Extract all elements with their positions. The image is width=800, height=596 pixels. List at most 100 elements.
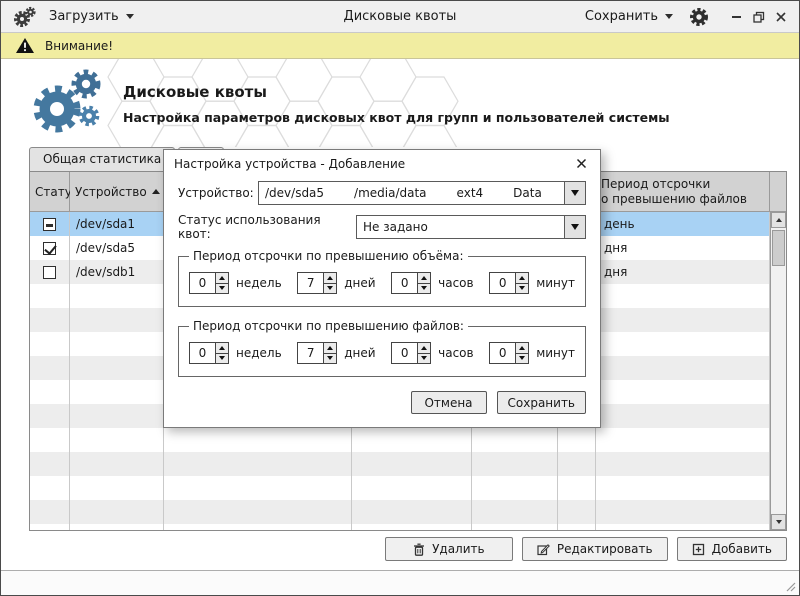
- chevron-down-icon: [126, 14, 134, 19]
- table-cell: [70, 284, 164, 308]
- column-header-device[interactable]: Устройство: [70, 172, 164, 212]
- scrollbar-thumb[interactable]: [772, 230, 785, 266]
- device-dropdown-icon[interactable]: [564, 182, 585, 204]
- delete-button[interactable]: Удалить: [385, 537, 513, 561]
- table-cell: [30, 380, 70, 404]
- table-cell: [164, 476, 352, 500]
- save-button[interactable]: Сохранить: [497, 391, 587, 414]
- quota-status-combobox[interactable]: Не задано: [356, 215, 586, 239]
- table-cell: [70, 404, 164, 428]
- tab-general-statistics[interactable]: Общая статистика: [29, 147, 175, 171]
- spin-down-icon[interactable]: [324, 354, 336, 364]
- table-cell: [472, 476, 558, 500]
- table-cell-status: [30, 212, 70, 236]
- load-menu-button[interactable]: Загрузить: [49, 9, 134, 24]
- app-gears-icon: [13, 5, 37, 29]
- trash-icon: [413, 543, 425, 556]
- device-fs: ext4: [457, 186, 484, 200]
- table-cell: [596, 404, 770, 428]
- table-cell: [596, 500, 770, 524]
- hours-label: часов: [438, 276, 473, 290]
- files-days-spinner[interactable]: 7: [297, 342, 337, 364]
- spin-down-icon[interactable]: [216, 284, 228, 294]
- table-cell: [30, 404, 70, 428]
- delete-button-label: Удалить: [432, 542, 485, 556]
- spin-up-icon[interactable]: [516, 273, 528, 284]
- table-cell: [70, 476, 164, 500]
- table-cell: [164, 524, 352, 530]
- files-hours-spinner[interactable]: 0: [391, 342, 431, 364]
- weeks-label: недель: [236, 346, 282, 360]
- checkbox-checked[interactable]: [43, 242, 56, 255]
- table-row-empty: [30, 428, 770, 452]
- table-cell: [164, 500, 352, 524]
- table-cell: [596, 452, 770, 476]
- spin-down-icon[interactable]: [418, 284, 430, 294]
- table-cell: [70, 356, 164, 380]
- table-cell: [596, 308, 770, 332]
- volume-days-spinner[interactable]: 7: [297, 272, 337, 294]
- scroll-down-icon[interactable]: [771, 514, 786, 530]
- spin-down-icon[interactable]: [324, 284, 336, 294]
- volume-hours-spinner[interactable]: 0: [391, 272, 431, 294]
- app-window: Загрузить Дисковые квоты Сохранить: [0, 0, 800, 596]
- edit-button-label: Редактировать: [557, 542, 653, 556]
- spin-down-icon[interactable]: [216, 354, 228, 364]
- spin-up-icon[interactable]: [216, 343, 228, 354]
- device-combobox-value: /dev/sda5 /media/data ext4 Data: [265, 186, 542, 200]
- table-cell: [352, 500, 472, 524]
- files-grace-group: Период отсрочки по превышению файлов: 0 …: [178, 319, 586, 377]
- settings-gear-icon[interactable]: [689, 7, 709, 27]
- vertical-scrollbar[interactable]: [770, 212, 786, 530]
- spin-up-icon[interactable]: [418, 273, 430, 284]
- add-button[interactable]: Добавить: [677, 537, 787, 561]
- table-cell: [30, 524, 70, 530]
- spin-up-icon[interactable]: [216, 273, 228, 284]
- device-field-label: Устройство:: [178, 186, 258, 200]
- spin-up-icon[interactable]: [516, 343, 528, 354]
- table-cell: [558, 476, 596, 500]
- column-header-grace-files[interactable]: Период отсрочки о превышению файлов: [596, 172, 770, 212]
- table-cell: [596, 284, 770, 308]
- page-subtitle: Настройка параметров дисковых квот для г…: [123, 110, 670, 125]
- status-bar: [1, 570, 799, 595]
- plus-icon: [692, 543, 705, 556]
- scroll-up-icon[interactable]: [771, 212, 786, 228]
- checkbox-unchecked[interactable]: [43, 266, 56, 279]
- maximize-icon[interactable]: [753, 11, 765, 23]
- table-cell: [30, 428, 70, 452]
- column-header-status[interactable]: Статус: [30, 172, 70, 212]
- spin-up-icon[interactable]: [324, 273, 336, 284]
- minimize-icon[interactable]: [731, 11, 743, 23]
- resize-grip[interactable]: [783, 579, 796, 592]
- close-icon[interactable]: [775, 11, 787, 23]
- days-label: дней: [344, 346, 375, 360]
- table-cell: [70, 524, 164, 530]
- dialog-title: Настройка устройства - Добавление: [174, 157, 405, 171]
- files-weeks-spinner[interactable]: 0: [189, 342, 229, 364]
- quota-status-value: Не задано: [363, 220, 428, 234]
- quota-status-dropdown-icon[interactable]: [564, 216, 585, 238]
- table-cell: [558, 524, 596, 530]
- device-combobox[interactable]: /dev/sda5 /media/data ext4 Data: [258, 181, 586, 205]
- files-minutes-spinner[interactable]: 0: [489, 342, 529, 364]
- spin-up-icon[interactable]: [324, 343, 336, 354]
- save-menu-button[interactable]: Сохранить: [585, 9, 673, 24]
- dialog-close-icon[interactable]: [572, 155, 590, 173]
- edit-button[interactable]: Редактировать: [522, 537, 668, 561]
- spin-down-icon[interactable]: [418, 354, 430, 364]
- table-cell-grace: день: [596, 212, 770, 236]
- spin-down-icon[interactable]: [516, 284, 528, 294]
- cancel-button[interactable]: Отмена: [411, 391, 487, 414]
- table-row-empty: [30, 452, 770, 476]
- table-cell: [30, 308, 70, 332]
- load-menu-label: Загрузить: [49, 9, 119, 24]
- spin-down-icon[interactable]: [516, 354, 528, 364]
- table-cell: [30, 476, 70, 500]
- checkbox-indeterminate[interactable]: [43, 218, 56, 231]
- table-cell: [70, 452, 164, 476]
- warning-triangle-icon: [15, 37, 35, 54]
- volume-weeks-spinner[interactable]: 0: [189, 272, 229, 294]
- volume-minutes-spinner[interactable]: 0: [489, 272, 529, 294]
- spin-up-icon[interactable]: [418, 343, 430, 354]
